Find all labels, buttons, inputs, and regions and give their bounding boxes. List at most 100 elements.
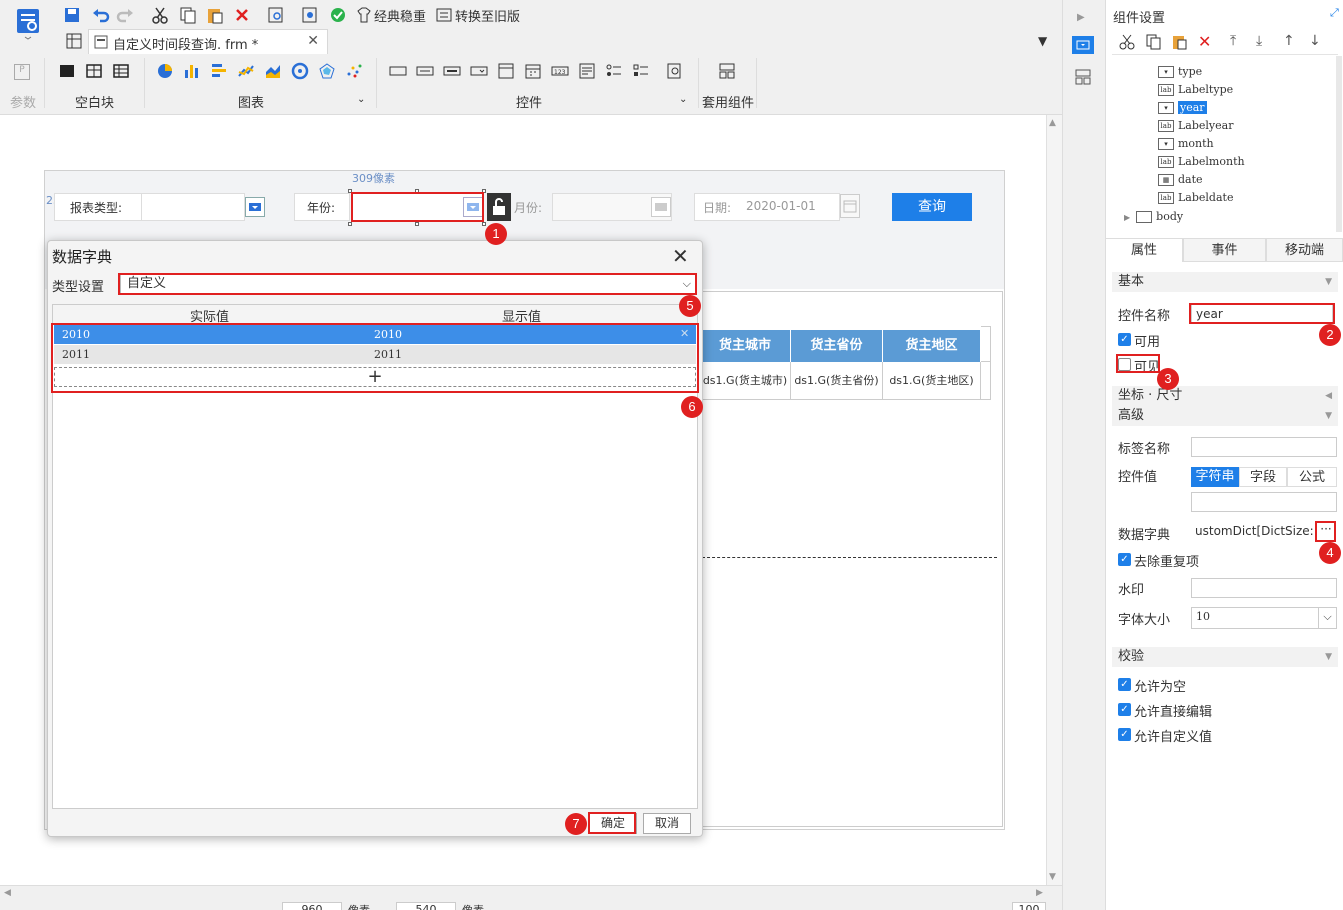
hbar-chart-icon[interactable] <box>210 62 228 80</box>
cancel-button[interactable]: 取消 <box>643 813 691 834</box>
area-chart-icon[interactable] <box>264 62 282 80</box>
check-icon[interactable] <box>328 5 348 25</box>
resize-handle[interactable] <box>415 222 419 226</box>
zoom-input[interactable]: 100 <box>1012 902 1046 910</box>
watermark-input[interactable] <box>1191 578 1337 598</box>
dialog-close-icon[interactable]: ✕ <box>672 244 689 268</box>
dedupe-checkbox[interactable]: ✓ <box>1118 553 1131 566</box>
tab-file[interactable]: 自定义时间段查询. frm * ✕ <box>88 29 328 54</box>
delete-icon[interactable]: ✕ <box>1198 32 1211 51</box>
cell-region[interactable]: ds1.G(货主地区) <box>883 362 981 400</box>
tree-item-year[interactable]: ▾ year <box>1158 101 1207 117</box>
section-basic[interactable]: 基本 ▼ <box>1112 272 1338 292</box>
expand-arrow-icon[interactable]: ▶ <box>1124 213 1130 222</box>
close-tab-icon[interactable]: ✕ <box>307 33 319 49</box>
controls-expand-icon[interactable]: ⌄ <box>679 94 687 105</box>
tab-events[interactable]: 事件 <box>1183 238 1266 262</box>
pie-chart-icon[interactable] <box>156 62 174 80</box>
tree-item-labeltype[interactable]: lab Labeltype <box>1158 83 1233 99</box>
scatter-chart-icon[interactable] <box>345 62 363 80</box>
label-control-icon[interactable] <box>416 62 434 80</box>
section-coords[interactable]: 坐标 · 尺寸 ◀ <box>1112 386 1338 406</box>
tab-block-icon[interactable] <box>85 62 103 80</box>
search-control-icon[interactable] <box>666 62 684 80</box>
theme-icon[interactable] <box>354 5 374 25</box>
undo-icon[interactable] <box>90 5 110 25</box>
cell-city[interactable]: ds1.G(货主城市) <box>700 362 791 400</box>
move-bottom-icon[interactable]: ⤓ <box>1256 33 1262 49</box>
paste-icon[interactable] <box>205 5 225 25</box>
value-tab-string[interactable]: 字符串 <box>1191 467 1239 487</box>
preset-component-icon[interactable] <box>718 62 736 80</box>
tag-name-input[interactable] <box>1191 437 1337 457</box>
move-top-icon[interactable]: ⤒ <box>1230 33 1236 49</box>
tree-item-month[interactable]: ▾ month <box>1158 137 1214 153</box>
report-type-dropdown-icon[interactable] <box>245 197 265 217</box>
tree-item-labelyear[interactable]: lab Labelyear <box>1158 119 1233 135</box>
textbox-control-icon[interactable] <box>389 62 407 80</box>
tree-item-date[interactable]: ▦ date <box>1158 173 1203 189</box>
tab-mobile[interactable]: 移动端 <box>1266 238 1343 262</box>
grid-block-icon[interactable] <box>112 62 130 80</box>
enabled-checkbox[interactable]: ✓ <box>1118 333 1131 346</box>
cut-icon[interactable] <box>150 5 170 25</box>
gauge-chart-icon[interactable] <box>291 62 309 80</box>
header-region[interactable]: 货主地区 <box>883 330 981 362</box>
param-icon[interactable]: P <box>14 64 30 80</box>
allow-custom-value-checkbox[interactable]: ✓ <box>1118 728 1131 741</box>
value-tab-formula[interactable]: 公式 <box>1287 467 1337 487</box>
scroll-left-icon[interactable]: ◀ <box>4 888 11 898</box>
header-empty-cell[interactable] <box>981 326 991 362</box>
copy-icon[interactable] <box>1145 34 1163 50</box>
report-type-combo[interactable] <box>141 193 245 221</box>
convert-icon[interactable] <box>434 5 454 25</box>
scroll-down-icon[interactable]: ▼ <box>1049 872 1056 882</box>
cell-empty[interactable] <box>981 362 991 400</box>
tab-menu-icon[interactable]: ▼ <box>1038 34 1047 48</box>
tab-properties[interactable]: 属性 <box>1105 238 1183 262</box>
app-menu-icon[interactable] <box>14 6 42 40</box>
resize-handle[interactable] <box>482 222 486 226</box>
delete-icon[interactable] <box>232 5 252 25</box>
cell-province[interactable]: ds1.G(货主省份) <box>791 362 883 400</box>
vertical-scrollbar[interactable] <box>1046 115 1062 885</box>
calendar-icon[interactable] <box>840 194 860 218</box>
cut-icon[interactable] <box>1118 34 1136 50</box>
tree-item-type[interactable]: ▾ type <box>1158 65 1202 81</box>
layout-icon[interactable] <box>1074 68 1092 86</box>
tree-item-labeldate[interactable]: lab Labeldate <box>1158 191 1233 207</box>
query-button[interactable]: 查询 <box>892 193 972 221</box>
button-control-icon[interactable] <box>443 62 461 80</box>
grid-icon[interactable] <box>66 33 82 49</box>
tree-scrollbar[interactable] <box>1336 56 1342 232</box>
resize-handle[interactable] <box>348 222 352 226</box>
chevron-down-icon[interactable]: ⌵ <box>1318 608 1336 628</box>
line-chart-icon[interactable] <box>237 62 255 80</box>
combo-control-icon[interactable] <box>470 62 488 80</box>
copy-icon[interactable] <box>178 5 198 25</box>
height-input[interactable]: 540 <box>396 902 456 910</box>
scroll-up-icon[interactable]: ▲ <box>1049 118 1056 128</box>
redo-icon[interactable] <box>116 5 136 25</box>
value-tab-field[interactable]: 字段 <box>1239 467 1287 487</box>
number-control-icon[interactable]: 123 <box>551 62 569 80</box>
blank-block-icon[interactable] <box>58 62 76 80</box>
scroll-right-icon[interactable]: ▶ <box>1036 888 1043 898</box>
move-down-icon[interactable]: ↓ <box>1309 33 1321 49</box>
control-value-input[interactable] <box>1191 492 1337 512</box>
radar-chart-icon[interactable] <box>318 62 336 80</box>
lock-icon[interactable] <box>487 193 511 221</box>
header-city[interactable]: 货主城市 <box>700 330 791 362</box>
preview-icon[interactable] <box>300 5 320 25</box>
month-dropdown-icon[interactable] <box>651 197 671 217</box>
section-validation[interactable]: 校验 ▼ <box>1112 647 1338 667</box>
bar-chart-icon[interactable] <box>183 62 201 80</box>
pin-icon[interactable]: ⤢ <box>1330 6 1339 20</box>
tree-control-icon[interactable] <box>497 62 515 80</box>
collapse-arrow-icon[interactable]: ▶ <box>1077 12 1085 23</box>
allow-direct-edit-checkbox[interactable]: ✓ <box>1118 703 1131 716</box>
font-size-select[interactable]: 10 ⌵ <box>1191 607 1337 629</box>
radio-group-icon[interactable] <box>605 62 623 80</box>
checkbox-group-icon[interactable] <box>632 62 650 80</box>
textarea-control-icon[interactable] <box>578 62 596 80</box>
